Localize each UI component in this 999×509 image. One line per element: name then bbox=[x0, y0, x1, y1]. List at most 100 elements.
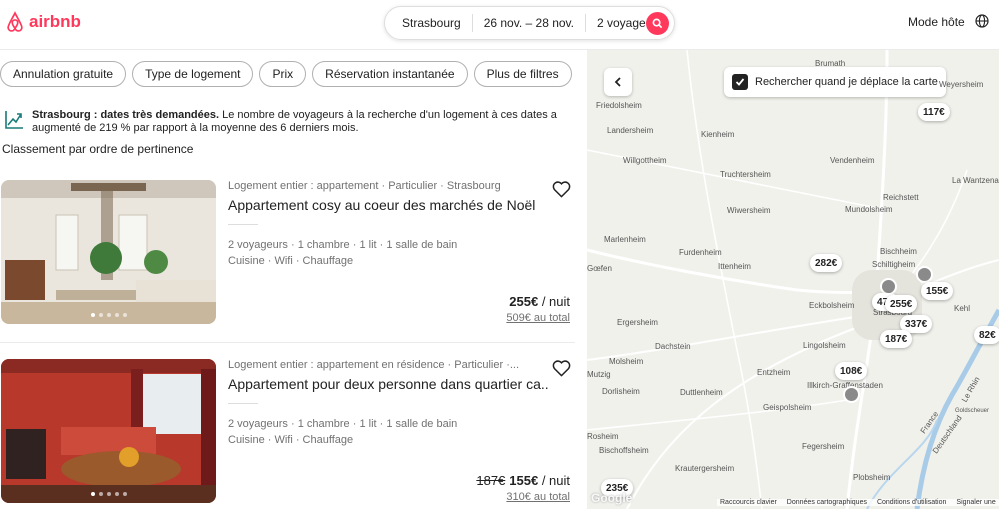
filter-property-type[interactable]: Type de logement bbox=[132, 61, 254, 87]
listing-card[interactable]: Logement entier : appartement · Particul… bbox=[0, 180, 575, 328]
listing-total[interactable]: 509€ au total bbox=[506, 312, 570, 324]
town-label: Ittenheim bbox=[718, 262, 751, 271]
town-label: Wiwersheim bbox=[727, 206, 771, 215]
search-dates[interactable]: 26 nov. – 28 nov. bbox=[473, 16, 585, 30]
trend-chart-icon bbox=[5, 111, 23, 129]
town-label: Bischoffsheim bbox=[599, 446, 649, 455]
town-label: Entzheim bbox=[757, 368, 791, 377]
filter-instant-book[interactable]: Réservation instantanée bbox=[312, 61, 468, 87]
town-label: Weyersheim bbox=[939, 80, 984, 89]
attrib-shortcuts[interactable]: Raccourcis clavier bbox=[720, 499, 777, 506]
town-label: Goldscheuer bbox=[955, 408, 990, 414]
price-marker[interactable]: 117€ bbox=[918, 103, 950, 121]
town-label: Rosheim bbox=[587, 432, 619, 441]
town-label: Vendenheim bbox=[830, 156, 875, 165]
map[interactable]: Rechercher quand je déplace la carte Bru… bbox=[587, 50, 999, 509]
listing-price: 187€ 155€ / nuit bbox=[476, 473, 570, 488]
airbnb-icon bbox=[7, 11, 23, 32]
price-marker[interactable]: 187€ bbox=[880, 330, 913, 348]
listing-info: Logement entier : appartement en résiden… bbox=[228, 359, 548, 448]
town-label: Lingolsheim bbox=[803, 341, 846, 350]
photo-dots[interactable] bbox=[1, 313, 216, 317]
google-logo: Google bbox=[591, 491, 633, 505]
listing-details: 2 voyageurs · 1 chambre · 1 lit · 1 sall… bbox=[228, 418, 458, 430]
check-icon bbox=[735, 78, 745, 86]
save-heart-icon[interactable] bbox=[552, 359, 571, 377]
map-marker[interactable] bbox=[916, 266, 933, 283]
listing-photo-image bbox=[1, 180, 216, 324]
town-label: Brumath bbox=[815, 59, 846, 68]
town-label: Landersheim bbox=[607, 126, 654, 135]
search-button[interactable] bbox=[646, 12, 669, 35]
attrib-data[interactable]: Données cartographiques bbox=[787, 499, 867, 506]
town-label: Friedolsheim bbox=[596, 101, 642, 110]
save-heart-icon[interactable] bbox=[552, 180, 571, 198]
map-search-toggle[interactable]: Rechercher quand je déplace la carte bbox=[724, 67, 946, 97]
listing-separator bbox=[228, 403, 258, 404]
town-label: Fegersheim bbox=[802, 442, 845, 451]
town-label: Geispolsheim bbox=[763, 403, 812, 412]
search-location[interactable]: Strasbourg bbox=[385, 16, 472, 30]
logo-text: airbnb bbox=[29, 12, 81, 31]
map-attribution: Raccourcis clavier Données cartographiqu… bbox=[717, 499, 999, 506]
listing-title[interactable]: Appartement cosy au coeur des marchés de… bbox=[228, 197, 548, 213]
town-label: La Wantzenau bbox=[952, 176, 999, 185]
filter-price[interactable]: Prix bbox=[259, 61, 307, 87]
listing-divider bbox=[0, 342, 575, 343]
town-label: Kienheim bbox=[701, 130, 735, 139]
attrib-terms[interactable]: Conditions d'utilisation bbox=[877, 499, 946, 506]
chevron-left-icon bbox=[614, 77, 621, 87]
listing-photo-image bbox=[1, 359, 216, 503]
sort-label: Classement par ordre de pertinence bbox=[2, 142, 194, 156]
price-per-night: / nuit bbox=[538, 473, 570, 488]
listing-price: 255€ / nuit bbox=[509, 294, 570, 309]
attrib-report[interactable]: Signaler une bbox=[956, 499, 995, 506]
filter-bar: Annulation gratuite Type de logement Pri… bbox=[0, 61, 572, 87]
old-price: 187€ bbox=[476, 473, 506, 488]
checkbox-checked[interactable] bbox=[732, 74, 748, 90]
listing-separator bbox=[228, 224, 258, 225]
town-label: Mundolsheim bbox=[845, 205, 893, 214]
map-back-button[interactable] bbox=[604, 68, 632, 96]
map-marker[interactable] bbox=[843, 386, 860, 403]
listing-amenities: Cuisine · Wifi · Chauffage bbox=[228, 255, 354, 267]
photo-dots[interactable] bbox=[1, 492, 216, 496]
listing-details: 2 voyageurs · 1 chambre · 1 lit · 1 sall… bbox=[228, 239, 458, 251]
price-marker[interactable]: 155€ bbox=[921, 282, 954, 300]
town-label: Marlenheim bbox=[604, 235, 646, 244]
listing-card[interactable]: Logement entier : appartement en résiden… bbox=[0, 359, 575, 507]
price-marker[interactable]: 82€ bbox=[974, 326, 999, 344]
header: airbnb Strasbourg 26 nov. – 28 nov. 2 vo… bbox=[0, 0, 999, 50]
town-label: Willgottheim bbox=[623, 156, 667, 165]
notice-bold: Strasbourg : dates très demandées. bbox=[32, 109, 220, 121]
town-label: Krautergersheim bbox=[675, 464, 735, 473]
filter-free-cancellation[interactable]: Annulation gratuite bbox=[0, 61, 127, 87]
listing-amenities: Cuisine · Wifi · Chauffage bbox=[228, 434, 354, 446]
town-label: Schiltigheim bbox=[872, 260, 916, 269]
town-label: Molsheim bbox=[609, 357, 644, 366]
price-value: 155€ bbox=[509, 473, 539, 488]
price-marker[interactable]: 108€ bbox=[835, 362, 868, 380]
town-label: Reichstett bbox=[883, 193, 919, 202]
town-label: Truchtersheim bbox=[720, 170, 771, 179]
price-value: 255€ bbox=[509, 294, 539, 309]
listing-title[interactable]: Appartement pour deux personne dans quar… bbox=[228, 376, 548, 392]
listing-photo[interactable] bbox=[1, 180, 216, 324]
search-bar[interactable]: Strasbourg 26 nov. – 28 nov. 2 voyageurs bbox=[384, 6, 675, 40]
globe-icon[interactable] bbox=[975, 14, 989, 28]
town-label: Dachstein bbox=[655, 342, 691, 351]
listing-photo[interactable] bbox=[1, 359, 216, 503]
price-per-night: / nuit bbox=[538, 294, 570, 309]
town-label: Kehl bbox=[954, 304, 971, 313]
price-marker[interactable]: 282€ bbox=[810, 254, 843, 272]
notice-text: Strasbourg : dates très demandées. Le no… bbox=[32, 109, 564, 135]
filter-more[interactable]: Plus de filtres bbox=[473, 61, 572, 87]
town-label: Furdenheim bbox=[679, 248, 722, 257]
town-label: Bischheim bbox=[880, 247, 917, 256]
demand-notice: Strasbourg : dates très demandées. Le no… bbox=[4, 109, 564, 135]
listing-total[interactable]: 310€ au total bbox=[506, 491, 570, 503]
price-marker[interactable]: 255€ bbox=[885, 295, 918, 313]
host-mode-link[interactable]: Mode hôte bbox=[908, 15, 965, 29]
airbnb-logo[interactable]: airbnb bbox=[4, 10, 81, 34]
town-label: Dorlisheim bbox=[602, 387, 640, 396]
